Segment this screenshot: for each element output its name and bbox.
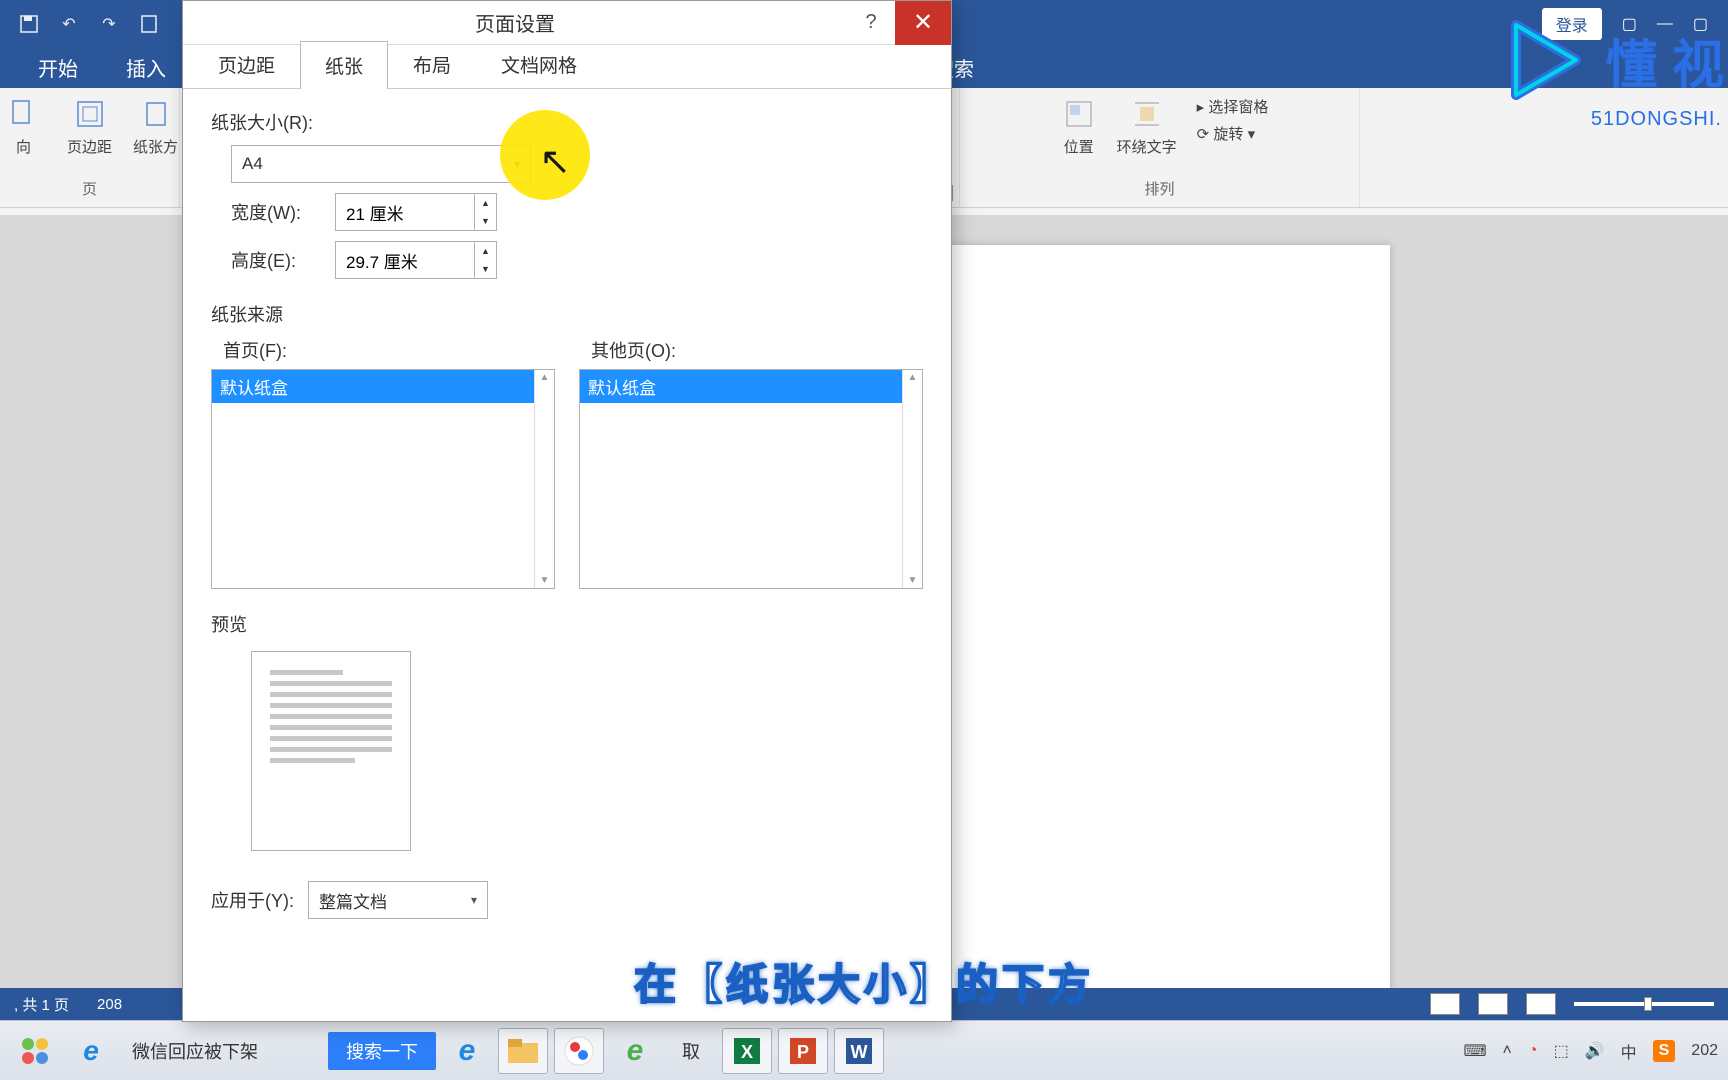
qq-icon[interactable]: ◔: [1528, 1042, 1538, 1060]
excel-icon[interactable]: X: [722, 1028, 772, 1074]
width-input[interactable]: [335, 193, 475, 231]
watermark-logo-icon: [1496, 10, 1596, 110]
watermark-text: 懂 视: [1606, 23, 1724, 98]
group-arrange: 位置 环绕文字 ▸ 选择窗格 ⟳ 旋转 ▾ 排列: [960, 88, 1360, 207]
chevron-down-icon: ▾: [471, 893, 477, 907]
width-label: 宽度(W):: [231, 199, 321, 225]
sogou-icon[interactable]: S: [1653, 1040, 1676, 1062]
width-spinner[interactable]: ▲▼: [475, 193, 497, 231]
chevron-up-icon[interactable]: ˄: [1503, 1042, 1512, 1060]
tab-margins[interactable]: 页边距: [193, 40, 300, 88]
help-button[interactable]: ?: [847, 11, 895, 34]
volume-icon[interactable]: 🔊: [1585, 1041, 1605, 1061]
group-label-page-setup: 页: [82, 178, 97, 199]
start-button[interactable]: [10, 1028, 60, 1074]
word-count[interactable]: 208: [97, 996, 122, 1013]
orientation-icon: [6, 96, 42, 132]
view-print-icon[interactable]: [1478, 993, 1508, 1015]
apply-to-select[interactable]: 整篇文档▾: [308, 881, 488, 919]
scrollbar[interactable]: ▲▼: [902, 370, 922, 588]
group-label-arrange: 排列: [1144, 178, 1174, 199]
wrap-text-icon: [1129, 96, 1165, 132]
tab-grid[interactable]: 文档网格: [476, 40, 602, 88]
group-page-setup: 向 页边距 纸张方 页: [0, 88, 180, 207]
list-item[interactable]: 默认纸盒: [212, 370, 534, 403]
rotate-button[interactable]: ⟳ 旋转 ▾: [1197, 123, 1269, 144]
tab-home[interactable]: 开始: [28, 47, 88, 88]
system-tray: ⌨ ˄ ◔ ⬚ 🔊 中 S 202: [1463, 1039, 1718, 1063]
explorer-icon[interactable]: [498, 1028, 548, 1074]
apply-to-label: 应用于(Y):: [211, 887, 294, 913]
first-page-listbox[interactable]: 默认纸盒 ▲▼: [211, 369, 555, 589]
watermark-url: 51DONGSHI.: [1591, 108, 1722, 131]
ie-icon[interactable]: e: [66, 1028, 116, 1074]
paper-icon: [138, 96, 174, 132]
zoom-slider[interactable]: [1574, 1002, 1714, 1006]
close-button[interactable]: ✕: [895, 1, 951, 45]
tab-paper[interactable]: 纸张: [300, 41, 388, 89]
ime-indicator[interactable]: 中: [1621, 1039, 1637, 1063]
svg-text:X: X: [741, 1042, 753, 1062]
360-browser-icon[interactable]: e: [610, 1028, 660, 1074]
cancel-text[interactable]: 取: [666, 1028, 716, 1074]
dialog-tabs: 页边距 纸张 布局 文档网格: [183, 45, 951, 89]
preview-label: 预览: [211, 611, 923, 637]
other-pages-listbox[interactable]: 默认纸盒 ▲▼: [579, 369, 923, 589]
video-subtitle: 在【纸张大小】的下方: [634, 951, 1094, 1012]
view-read-icon[interactable]: [1430, 993, 1460, 1015]
search-button[interactable]: 搜索一下: [328, 1028, 436, 1074]
paper-source-label: 纸张来源: [211, 301, 923, 327]
view-web-icon[interactable]: [1526, 993, 1556, 1015]
taskbar: e 微信回应被下架 搜索一下 e e 取 X P W ⌨ ˄ ◔ ⬚ 🔊 中 S…: [0, 1020, 1728, 1080]
wrap-text-button[interactable]: 环绕文字: [1117, 96, 1177, 157]
tab-insert[interactable]: 插入: [116, 47, 176, 88]
paper-orientation-button[interactable]: 纸张方: [128, 96, 184, 157]
baidu-netdisk-icon[interactable]: [554, 1028, 604, 1074]
keyboard-icon[interactable]: ⌨: [1463, 1041, 1486, 1061]
list-item[interactable]: 默认纸盒: [580, 370, 902, 403]
position-button[interactable]: 位置: [1051, 96, 1107, 157]
page-count[interactable]: , 共 1 页: [14, 994, 69, 1015]
orientation-button[interactable]: 向: [0, 96, 52, 157]
tab-layout[interactable]: 布局: [388, 40, 476, 88]
cursor-arrow-icon: ↖: [539, 139, 571, 184]
height-input[interactable]: [335, 241, 475, 279]
edge-icon[interactable]: e: [442, 1028, 492, 1074]
height-spinner[interactable]: ▲▼: [475, 241, 497, 279]
preview-thumbnail: [251, 651, 411, 851]
clock[interactable]: 202: [1691, 1042, 1718, 1060]
other-pages-label: 其他页(O):: [591, 337, 923, 363]
margins-button[interactable]: 页边距: [62, 96, 118, 157]
news-widget[interactable]: 微信回应被下架: [122, 1028, 322, 1074]
powerpoint-icon[interactable]: P: [778, 1028, 828, 1074]
cursor-highlight: ↖: [500, 110, 590, 200]
save-icon[interactable]: [18, 13, 40, 35]
dialog-title: 页面设置: [183, 8, 847, 37]
word-icon[interactable]: W: [834, 1028, 884, 1074]
paper-size-select[interactable]: A4▾: [231, 145, 531, 183]
margins-icon: [72, 96, 108, 132]
watermark: 懂 视: [1496, 10, 1728, 110]
dialog-body: 纸张大小(R): A4▾ 宽度(W): ▲▼ 高度(E): ▲▼: [183, 89, 951, 939]
position-icon: [1061, 96, 1097, 132]
undo-icon[interactable]: ↶: [58, 13, 80, 35]
redo-icon[interactable]: ↷: [98, 13, 120, 35]
dialog-titlebar[interactable]: 页面设置 ? ✕: [183, 1, 951, 45]
quick-access-toolbar: ↶ ↷: [10, 13, 160, 35]
network-icon[interactable]: ⬚: [1554, 1041, 1569, 1061]
svg-text:P: P: [797, 1042, 809, 1062]
first-page-label: 首页(F):: [223, 337, 555, 363]
height-label: 高度(E):: [231, 247, 321, 273]
selection-pane-button[interactable]: ▸ 选择窗格: [1197, 96, 1269, 117]
scrollbar[interactable]: ▲▼: [534, 370, 554, 588]
new-icon[interactable]: [138, 13, 160, 35]
svg-text:W: W: [851, 1042, 868, 1062]
